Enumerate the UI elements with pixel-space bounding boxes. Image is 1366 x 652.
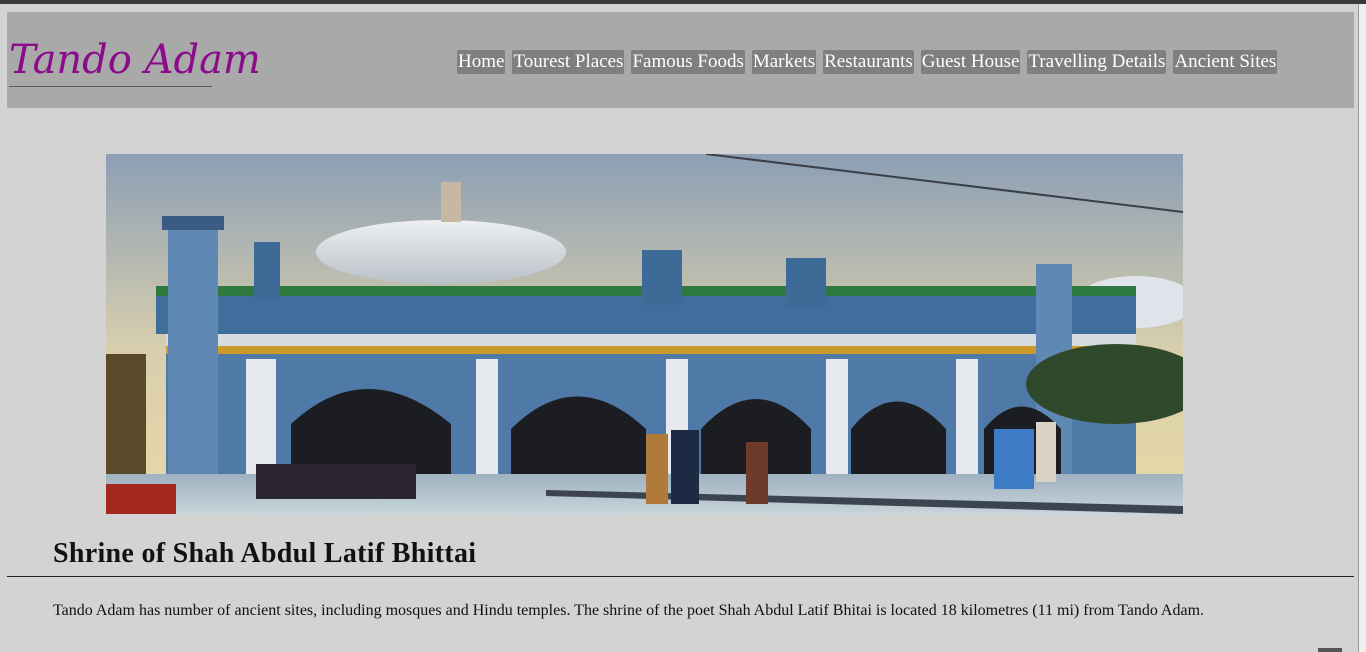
nav-ancient-sites[interactable]: Ancient Sites [1173,50,1278,74]
nav-famous-foods[interactable]: Famous Foods [631,50,745,74]
nav-guest-house[interactable]: Guest House [920,50,1021,74]
nav-home[interactable]: Home [457,50,506,74]
window-top-edge [0,0,1366,4]
nav-tourest-places[interactable]: Tourest Places [512,50,625,74]
page-heading: Shrine of Shah Abdul Latif Bhittai [53,538,477,569]
horizontal-scroll-thumb[interactable] [1318,648,1342,652]
shrine-photo [106,154,1183,514]
nav-restaurants[interactable]: Restaurants [823,50,914,74]
nav-markets[interactable]: Markets [751,50,817,74]
heading-divider [7,576,1354,577]
site-logo[interactable]: Tando Adam [9,34,261,87]
vertical-scrollbar[interactable] [1358,4,1366,652]
nav-travelling-details[interactable]: Travelling Details [1027,50,1167,74]
description-paragraph: Tando Adam has number of ancient sites, … [53,602,1205,619]
main-nav: Home Tourest Places Famous Foods Markets… [457,50,1278,74]
site-header: Tando Adam Home Tourest Places Famous Fo… [7,12,1354,108]
